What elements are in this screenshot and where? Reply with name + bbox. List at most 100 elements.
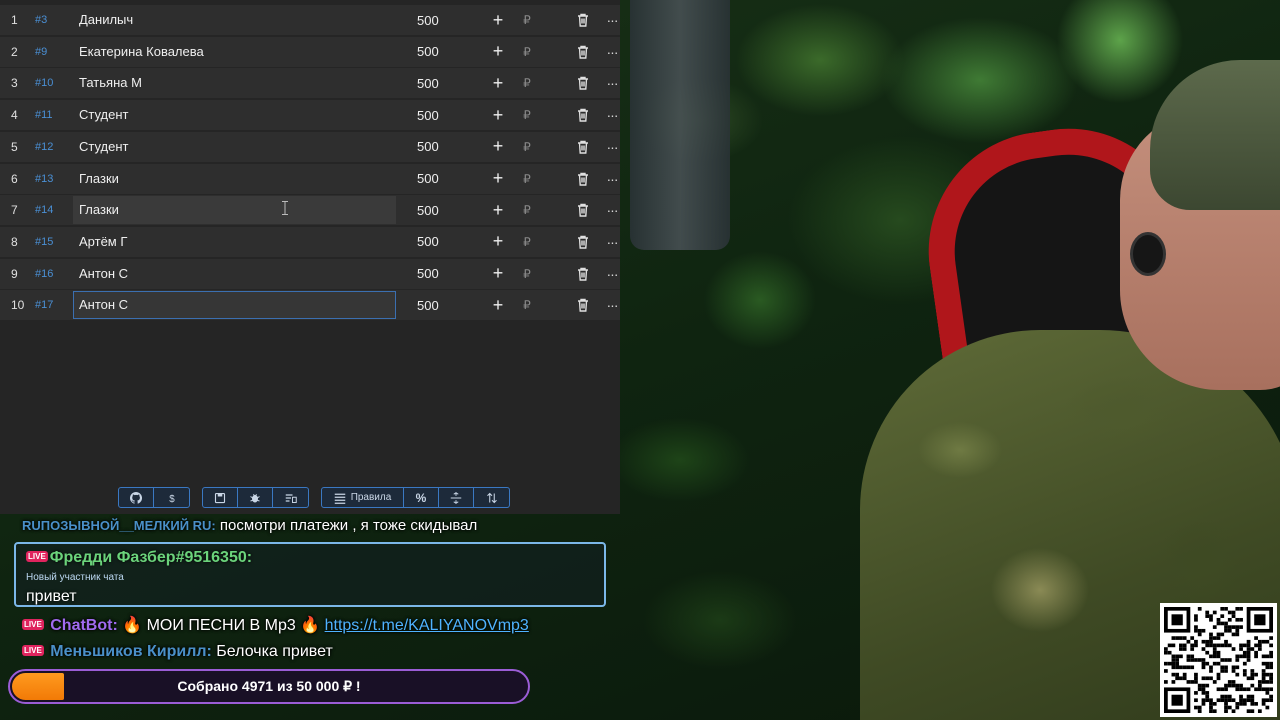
- row-number: 7: [11, 203, 18, 218]
- goal-text: Собрано 4971 из 50 000 ₽ !: [177, 678, 361, 694]
- row-number: 1: [11, 13, 18, 27]
- table-row: 3 #10 Татьяна М 500 + ₽ ···: [0, 68, 620, 99]
- add-amount-button[interactable]: +: [490, 136, 506, 157]
- donor-name-field[interactable]: Глазки: [73, 165, 396, 193]
- donor-name-field[interactable]: Антон С: [73, 260, 396, 288]
- row-tag: #17: [35, 299, 54, 312]
- donor-name-field[interactable]: Глазки: [73, 196, 396, 225]
- donor-name-field[interactable]: Студент: [73, 133, 396, 161]
- more-options-button[interactable]: ···: [604, 44, 620, 60]
- rules-button[interactable]: Правила: [322, 488, 404, 507]
- percent-button[interactable]: %: [404, 488, 439, 507]
- trash-icon[interactable]: [575, 107, 591, 123]
- percent-icon: %: [415, 490, 427, 505]
- row-number: 6: [11, 171, 18, 186]
- amount-value[interactable]: 500: [417, 234, 457, 249]
- more-options-button[interactable]: ···: [604, 234, 620, 250]
- chat-message-last: LIVE Меньшиков Кирилл: Белочка привет: [22, 643, 333, 661]
- list-icon: [334, 493, 345, 504]
- trash-icon[interactable]: [575, 266, 591, 282]
- amount-value[interactable]: 500: [417, 44, 457, 59]
- add-amount-button[interactable]: +: [490, 73, 506, 94]
- sort-button[interactable]: [474, 488, 509, 507]
- add-amount-button[interactable]: +: [490, 231, 506, 252]
- chat-username: ChatBot:: [50, 617, 118, 634]
- clear-list-button[interactable]: [273, 488, 308, 507]
- more-options-button[interactable]: ···: [604, 75, 620, 91]
- add-amount-button[interactable]: +: [490, 263, 506, 284]
- more-options-button[interactable]: ···: [604, 202, 620, 218]
- amount-value[interactable]: 500: [417, 13, 457, 28]
- toolbar-group-settings: Правила %: [321, 487, 510, 508]
- trash-icon[interactable]: [575, 75, 591, 91]
- amount-value[interactable]: 500: [417, 108, 457, 123]
- trash-icon[interactable]: [575, 139, 591, 155]
- sort-icon: [486, 492, 497, 503]
- save-icon: [214, 492, 226, 503]
- donor-name-field[interactable]: Студент: [73, 101, 396, 129]
- donor-name-field[interactable]: Данилыч: [73, 6, 396, 34]
- add-amount-button[interactable]: +: [490, 10, 506, 31]
- trash-icon[interactable]: [575, 234, 591, 250]
- github-button[interactable]: [119, 488, 154, 507]
- currency-label: ₽: [523, 298, 531, 313]
- donate-button[interactable]: $: [154, 488, 189, 507]
- add-amount-button[interactable]: +: [490, 105, 506, 126]
- table-row: 10 #17 Антон С 500 + ₽ ···: [0, 290, 620, 321]
- split-button[interactable]: [439, 488, 474, 507]
- currency-label: ₽: [523, 139, 531, 154]
- row-number: 10: [11, 298, 25, 313]
- trash-icon[interactable]: [575, 12, 591, 28]
- more-options-button[interactable]: ···: [604, 139, 620, 155]
- qr-code-image: [1164, 607, 1273, 713]
- toolbar-group-links: $: [118, 487, 190, 508]
- trash-icon[interactable]: [575, 202, 591, 218]
- row-tag: #16: [35, 267, 54, 280]
- table-row: 7 #14 Глазки 500 + ₽ ···: [0, 195, 620, 226]
- live-badge-icon: LIVE: [22, 645, 44, 656]
- chat-username: Меньшиков Кирилл:: [50, 643, 212, 660]
- chat-username: Фредди Фазбер#9516350:: [49, 549, 253, 566]
- more-options-button[interactable]: ···: [604, 171, 620, 187]
- currency-label: ₽: [523, 234, 531, 249]
- new-member-label: Новый участник чата: [26, 572, 124, 583]
- more-options-button[interactable]: ···: [604, 266, 620, 282]
- currency-label: ₽: [523, 203, 531, 218]
- debug-button[interactable]: [238, 488, 273, 507]
- chat-message-top: RUПОЗЫВНОЙ__МЕЛКИЙ RU: посмотри платежи …: [22, 517, 477, 534]
- amount-value[interactable]: 500: [417, 76, 457, 91]
- amount-value[interactable]: 500: [417, 171, 457, 186]
- github-icon: [130, 491, 142, 504]
- add-amount-button[interactable]: +: [490, 295, 506, 316]
- save-button[interactable]: [203, 488, 238, 507]
- trash-icon[interactable]: [575, 44, 591, 60]
- chat-link[interactable]: https://t.me/KALIYANOVmp3: [325, 617, 529, 634]
- row-number: 4: [11, 108, 18, 123]
- row-number: 9: [11, 266, 18, 281]
- row-tag: #15: [35, 235, 54, 248]
- donor-name-field[interactable]: Артём Г: [73, 228, 396, 256]
- amount-value[interactable]: 500: [417, 139, 457, 154]
- more-options-button[interactable]: ···: [604, 107, 620, 123]
- add-amount-button[interactable]: +: [490, 200, 506, 221]
- add-amount-button[interactable]: +: [490, 168, 506, 189]
- more-options-button[interactable]: ···: [604, 12, 620, 28]
- amount-value[interactable]: 500: [417, 266, 457, 281]
- donor-name-field[interactable]: Татьяна М: [73, 69, 396, 97]
- donor-name-field[interactable]: Екатерина Ковалева: [73, 38, 396, 66]
- row-number: 2: [11, 44, 18, 59]
- clear-list-icon: [285, 493, 297, 503]
- amount-value[interactable]: 500: [417, 203, 457, 218]
- more-options-button[interactable]: ···: [604, 297, 620, 313]
- add-amount-button[interactable]: +: [490, 41, 506, 62]
- amount-value[interactable]: 500: [417, 298, 457, 313]
- trash-icon[interactable]: [575, 297, 591, 313]
- chat-user: LIVE Фредди Фазбер#9516350:: [26, 549, 252, 567]
- rules-label: Правила: [350, 492, 392, 503]
- row-tag: #14: [35, 204, 54, 217]
- currency-label: ₽: [523, 44, 531, 59]
- donor-name-field[interactable]: Антон С: [73, 291, 396, 320]
- chat-user: RUПОЗЫВНОЙ__МЕЛКИЙ RU:: [22, 518, 216, 533]
- chat-text: 🔥 МОИ ПЕСНИ В Mp3 🔥: [117, 617, 325, 634]
- trash-icon[interactable]: [575, 171, 591, 187]
